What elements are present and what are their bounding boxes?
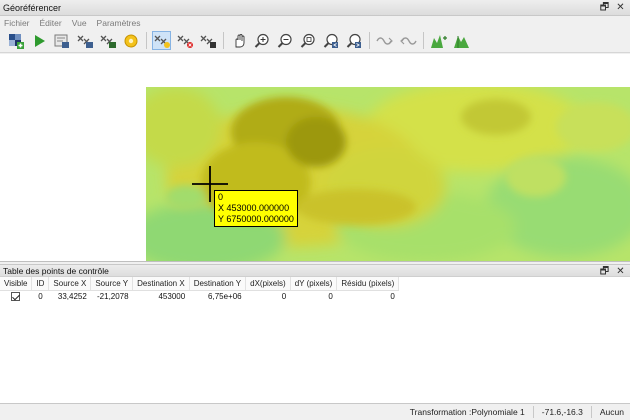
menu-fichier[interactable]: Fichier [4, 18, 30, 28]
menu-editer[interactable]: Éditer [40, 18, 62, 28]
pan-icon[interactable] [229, 31, 248, 50]
id-cell: 0 [38, 292, 43, 302]
status-bar: Transformation :Polynomiale 1 -71.6,-16.… [0, 404, 630, 420]
menu-vue[interactable]: Vue [72, 18, 87, 28]
source-y-cell[interactable]: -21,2078 [91, 290, 133, 303]
full-histogram-stretch-icon[interactable] [429, 31, 448, 50]
add-point-icon[interactable] [152, 31, 171, 50]
zoom-last-icon[interactable] [321, 31, 340, 50]
column-header-destination-y[interactable]: Destination Y [189, 277, 247, 291]
column-header-source-x[interactable]: Source X [48, 277, 92, 291]
gcp-table-dock-title: Table des points de contrôle 🗗 ✕ [0, 264, 630, 277]
gcp-table: Visible ID Source X Source Y Destination… [0, 277, 630, 404]
status-transformation: Transformation :Polynomiale 1 [409, 407, 525, 417]
status-coordinates: -71.6,-16.3 [541, 407, 583, 417]
destination-x-cell[interactable]: 453000 [133, 290, 190, 303]
zoom-to-layer-icon[interactable] [298, 31, 317, 50]
gcp-tooltip-id: 0 [218, 192, 224, 202]
toolbar [0, 29, 630, 53]
toolbar-separator [146, 32, 147, 49]
destination-y-cell[interactable]: 6,75e+06 [189, 290, 245, 303]
title-bar: Géoréférencer 🗗 ✕ [0, 0, 630, 16]
gcp-tooltip-y: Y 6750000.000000 [218, 214, 294, 224]
source-x-cell[interactable]: 33,4252 [49, 290, 91, 303]
zoom-out-icon[interactable] [275, 31, 294, 50]
zoom-in-icon[interactable] [252, 31, 271, 50]
toolbar-separator [423, 32, 424, 49]
gcp-tooltip-x: X 453000.000000 [218, 203, 290, 213]
dy-cell: 0 [328, 292, 333, 302]
menu-bar: Fichier Éditer Vue Paramètres [0, 16, 630, 29]
gcp-table-title: Table des points de contrôle [3, 265, 109, 276]
status-separator [532, 406, 534, 418]
visible-checkbox[interactable] [11, 292, 21, 302]
open-raster-icon[interactable] [6, 31, 25, 50]
map-canvas[interactable]: 0 X 453000.000000 Y 6750000.000000 [0, 54, 630, 262]
gcp-tooltip: 0 X 453000.000000 Y 6750000.000000 [214, 190, 298, 227]
column-header-residual[interactable]: Résidu (pixels) [336, 277, 400, 291]
column-header-source-y[interactable]: Source Y [90, 277, 134, 291]
table-header-row: Visible ID Source X Source Y Destination… [0, 277, 400, 291]
column-header-dy[interactable]: dY (pixels) [290, 277, 338, 291]
zoom-next-icon[interactable] [344, 31, 363, 50]
menu-parametres[interactable]: Paramètres [97, 18, 141, 28]
toolbar-separator [369, 32, 370, 49]
column-header-dx[interactable]: dX(pixels) [245, 277, 291, 291]
link-georeferencer-to-qgis-icon[interactable] [375, 31, 394, 50]
toolbar-separator [223, 32, 224, 49]
window-title: Géoréférencer [3, 2, 62, 13]
georeferencer-window: Géoréférencer 🗗 ✕ Fichier Éditer Vue Par… [0, 0, 630, 420]
column-header-visible[interactable]: Visible [0, 277, 33, 291]
move-gcp-point-icon[interactable] [198, 31, 217, 50]
link-qgis-to-georeferencer-icon[interactable] [398, 31, 417, 50]
visible-cell[interactable] [0, 290, 32, 303]
transformation-settings-icon[interactable] [121, 31, 140, 50]
close-icon[interactable]: ✕ [615, 1, 626, 14]
column-header-destination-x[interactable]: Destination X [132, 277, 190, 291]
generate-gdal-script-icon[interactable] [52, 31, 71, 50]
status-separator [590, 406, 592, 418]
residual-cell: 0 [390, 292, 395, 302]
column-header-id[interactable]: ID [31, 277, 50, 291]
save-gcp-points-icon[interactable] [98, 31, 117, 50]
local-histogram-stretch-icon[interactable] [452, 31, 471, 50]
load-gcp-points-icon[interactable] [75, 31, 94, 50]
status-crs[interactable]: Aucun [600, 407, 624, 417]
dx-cell: 0 [281, 292, 287, 302]
table-row[interactable]: 0 33,4252 -21,2078 453000 6,75e+06 0 0 0 [0, 290, 399, 303]
delete-point-icon[interactable] [175, 31, 194, 50]
float-icon[interactable]: 🗗 [599, 1, 610, 14]
start-georeferencing-icon[interactable] [29, 31, 48, 50]
